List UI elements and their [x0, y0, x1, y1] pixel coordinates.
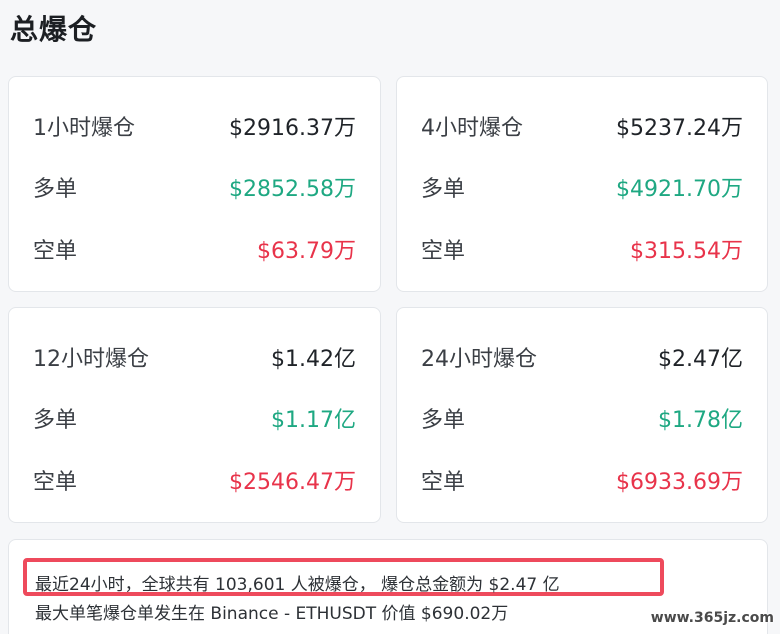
long-label: 多单 [33, 408, 78, 433]
liquidation-card-12h: 12小时爆仓 $1.42亿 多单 $1.17亿 空单 $2546.47万 [8, 307, 381, 523]
long-label: 多单 [421, 408, 466, 433]
long-row: 多单 $2852.58万 [33, 172, 356, 202]
short-row: 空单 $6933.69万 [421, 465, 743, 495]
summary-24h-text: 最近24小时，全球共有 103,601 人被爆仓， 爆仓总金额为 $2.47 亿 [35, 575, 560, 595]
liquidation-card-1h: 1小时爆仓 $2916.37万 多单 $2852.58万 空单 $63.79万 [8, 76, 381, 292]
long-label: 多单 [421, 177, 466, 202]
short-value: $2546.47万 [229, 470, 356, 495]
short-row: 空单 $315.54万 [421, 234, 743, 264]
total-value: $5237.24万 [616, 116, 743, 141]
total-row: 12小时爆仓 $1.42亿 [33, 342, 356, 372]
long-value: $1.17亿 [271, 408, 356, 433]
long-row: 多单 $1.17亿 [33, 403, 356, 433]
page-title: 总爆仓 [10, 13, 98, 46]
short-label: 空单 [421, 239, 466, 264]
total-row: 1小时爆仓 $2916.37万 [33, 111, 356, 141]
liquidation-card-24h: 24小时爆仓 $2.47亿 多单 $1.78亿 空单 $6933.69万 [396, 307, 768, 523]
long-row: 多单 $4921.70万 [421, 172, 743, 202]
total-row: 4小时爆仓 $5237.24万 [421, 111, 743, 141]
short-label: 空单 [421, 470, 466, 495]
short-row: 空单 $63.79万 [33, 234, 356, 264]
total-value: $2916.37万 [229, 116, 356, 141]
long-row: 多单 $1.78亿 [421, 403, 743, 433]
total-value: $1.42亿 [271, 347, 356, 372]
total-label: 24小时爆仓 [421, 347, 537, 372]
long-value: $1.78亿 [658, 408, 743, 433]
short-value: $315.54万 [630, 239, 743, 264]
liquidation-card-4h: 4小时爆仓 $5237.24万 多单 $4921.70万 空单 $315.54万 [396, 76, 768, 292]
short-value: $6933.69万 [616, 470, 743, 495]
total-row: 24小时爆仓 $2.47亿 [421, 342, 743, 372]
total-label: 1小时爆仓 [33, 116, 135, 141]
short-label: 空单 [33, 239, 78, 264]
total-label: 4小时爆仓 [421, 116, 523, 141]
long-value: $4921.70万 [616, 177, 743, 202]
short-label: 空单 [33, 470, 78, 495]
long-value: $2852.58万 [229, 177, 356, 202]
total-value: $2.47亿 [658, 347, 743, 372]
short-value: $63.79万 [257, 239, 356, 264]
watermark: www.365jz.com [650, 610, 774, 626]
summary-largest-order-text: 最大单笔爆仓单发生在 Binance - ETHUSDT 价值 $690.02万 [35, 604, 509, 624]
long-label: 多单 [33, 177, 78, 202]
short-row: 空单 $2546.47万 [33, 465, 356, 495]
total-label: 12小时爆仓 [33, 347, 149, 372]
